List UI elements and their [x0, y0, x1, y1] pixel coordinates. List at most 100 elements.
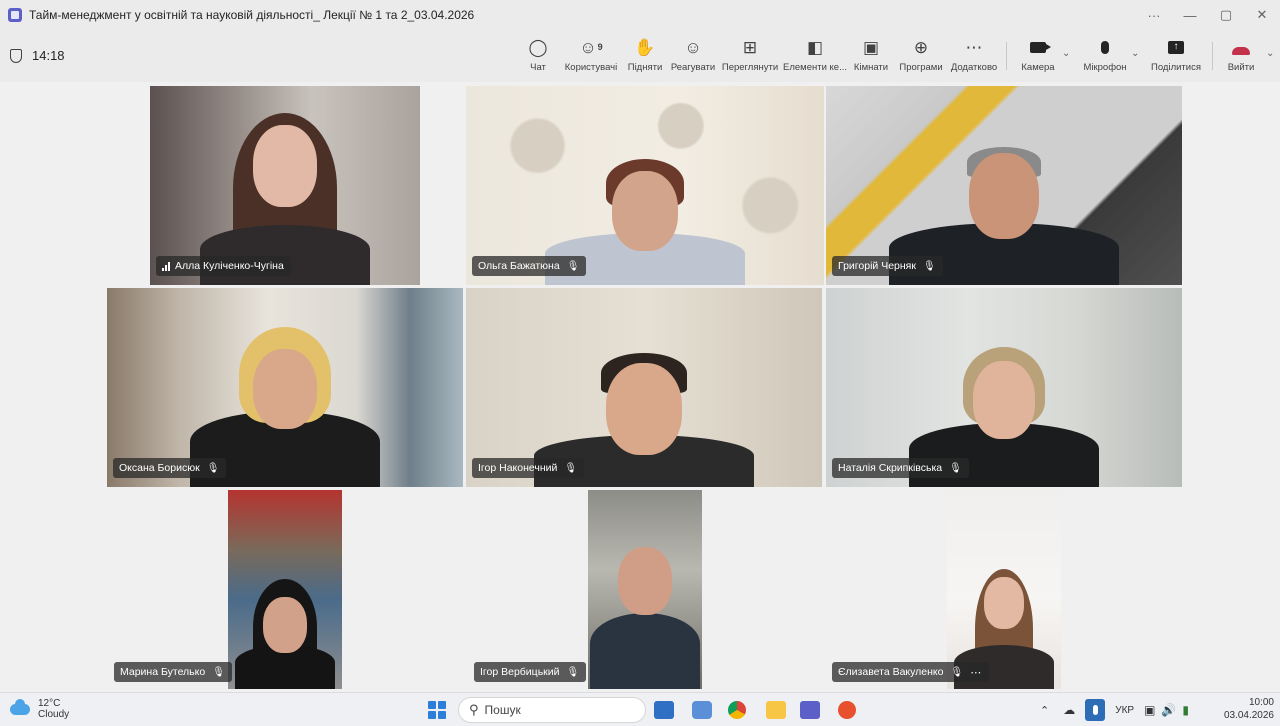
leave-options-chevron-icon[interactable]: ⌄ — [1266, 48, 1274, 59]
video-tile[interactable]: Алла Куліченко-Чугіна — [150, 86, 420, 285]
mic-muted-icon: 🎙 — [212, 666, 225, 678]
content-elements-icon: ◧ — [806, 37, 824, 57]
content-elements-button[interactable]: ◧ Елементи ке... — [783, 36, 847, 80]
video-tile[interactable]: Наталія Скрипківська 🎙 — [826, 288, 1182, 487]
participant-name-tag: Єлизавета Вакуленко 🎙 ⋯ — [832, 662, 990, 682]
video-tile[interactable] — [588, 490, 702, 689]
grid-view-icon: ⊞ — [742, 37, 758, 57]
window-more-button[interactable]: ··· — [1136, 0, 1172, 30]
microphone-label: Мікрофон — [1083, 62, 1127, 73]
app-icon[interactable] — [838, 701, 856, 719]
participant-video — [590, 519, 700, 689]
rooms-label: Кімнати — [853, 62, 889, 73]
teams-app-icon — [8, 8, 22, 22]
participant-more-options-icon[interactable]: ⋯ — [970, 666, 982, 679]
participant-name: Наталія Скрипківська — [838, 462, 943, 474]
window-title: Тайм-менеджмент у освітній та науковій д… — [29, 8, 475, 22]
battery-icon[interactable]: ▮ — [1182, 703, 1189, 717]
mic-muted-icon: 🎙 — [950, 666, 964, 678]
taskbar-clock[interactable]: 10:00 03.04.2026 — [1224, 696, 1274, 722]
apps-button[interactable]: ⊕ Програми — [897, 36, 945, 80]
video-tile[interactable]: Ольга Бажатюна 🎙 — [466, 86, 824, 285]
mic-muted-icon: 🎙 — [566, 666, 580, 678]
meeting-timer: 14:18 — [10, 48, 65, 63]
participant-name: Алла Куліченко-Чугіна — [175, 260, 284, 272]
show-hidden-icons-icon[interactable]: ⌃ — [1040, 704, 1049, 717]
participant-name-tag: Ігор Вербицький 🎙 — [474, 662, 587, 682]
windows-start-icon[interactable] — [428, 701, 446, 719]
video-tile[interactable]: Ігор Наконечний 🎙 — [466, 288, 822, 487]
video-tile[interactable]: Григорій Черняк 🎙 — [826, 86, 1182, 285]
microphone-in-use-icon[interactable] — [1085, 699, 1106, 721]
volume-icon[interactable]: 🔊 — [1161, 703, 1176, 717]
more-button[interactable]: ⋯ Додатково — [950, 36, 998, 80]
participant-name-tag: Алла Куліченко-Чугіна — [156, 256, 291, 276]
minimize-button[interactable]: — — [1172, 0, 1208, 30]
mic-muted-icon: 🎙 — [566, 260, 580, 272]
participant-name-tag: Оксана Борисюк 🎙 — [113, 458, 227, 478]
word-app-icon[interactable] — [654, 701, 674, 719]
mic-muted-icon: 🎙 — [922, 260, 936, 272]
more-label: Додатково — [950, 62, 998, 73]
people-button[interactable]: ☺ 9 Користувачі — [562, 36, 620, 80]
video-tile[interactable] — [947, 490, 1061, 689]
window-controls: ··· — ▢ ✕ — [1136, 0, 1280, 30]
participant-name-tag: Григорій Черняк 🎙 — [832, 256, 943, 276]
chrome-icon[interactable] — [728, 701, 746, 719]
add-app-icon: ⊕ — [913, 37, 929, 57]
mic-muted-icon: 🎙 — [949, 462, 962, 474]
clock-date: 03.04.2026 — [1223, 710, 1274, 721]
leave-button[interactable]: Вийти — [1224, 36, 1258, 80]
search-icon: ⚲ — [469, 702, 479, 717]
camera-icon — [1030, 36, 1051, 58]
shield-icon — [10, 48, 22, 63]
windows-taskbar: 12°C Cloudy ⚲ Пошук ⌃ ☁ УКР ▣ 🔊 ▮ 10:00 … — [0, 692, 1280, 726]
network-icon[interactable]: ▣ — [1144, 703, 1155, 717]
camera-options-chevron-icon[interactable]: ⌄ — [1062, 48, 1070, 59]
view-button[interactable]: ⊞ Переглянути — [721, 36, 779, 80]
react-label: Реагувати — [670, 62, 716, 73]
video-tile[interactable] — [228, 490, 342, 689]
participant-name-tag: Наталія Скрипківська 🎙 — [832, 458, 969, 478]
microphone-options-chevron-icon[interactable]: ⌄ — [1131, 48, 1139, 59]
smiley-icon: ☺ — [684, 37, 702, 57]
raise-hand-button[interactable]: ✋ Підняти — [626, 36, 664, 80]
participant-name: Ігор Вербицький — [480, 666, 560, 678]
system-tray: ⌃ ☁ УКР ▣ 🔊 ▮ — [1040, 693, 1189, 726]
participant-video — [235, 579, 335, 689]
weather-widget[interactable]: 12°C Cloudy — [10, 698, 69, 720]
chat-button[interactable]: ◯ Чат — [526, 36, 550, 80]
people-label: Користувачі — [564, 62, 618, 73]
share-button[interactable]: ↑ Поділитися — [1148, 36, 1204, 80]
people-icon: ☺ 9 — [579, 37, 603, 57]
cloud-icon — [10, 698, 30, 715]
participant-name-tag: Ігор Наконечний 🎙 — [472, 458, 585, 478]
raise-hand-label: Підняти — [627, 62, 663, 73]
taskbar-search-box[interactable]: ⚲ Пошук — [458, 697, 646, 723]
file-explorer-icon[interactable] — [766, 701, 786, 719]
teams-taskbar-icon[interactable] — [800, 701, 820, 719]
close-button[interactable]: ✕ — [1244, 0, 1280, 30]
react-button[interactable]: ☺ Реагувати — [670, 36, 716, 80]
rooms-button[interactable]: ▣ Кімнати — [851, 36, 891, 80]
clock-time: 10:00 — [1248, 697, 1274, 708]
people-count-badge: 9 — [597, 41, 603, 52]
camera-button[interactable]: Камера — [1018, 36, 1058, 80]
microphone-icon — [1101, 36, 1109, 58]
toolbar-divider-leave — [1212, 42, 1213, 70]
input-language[interactable]: УКР — [1115, 705, 1134, 716]
signal-strength-icon — [162, 261, 170, 271]
participant-name: Оксана Борисюк — [119, 462, 200, 474]
mic-muted-icon: 🎙 — [206, 462, 220, 474]
participant-name: Єлизавета Вакуленко — [838, 666, 944, 678]
content-elements-label: Елементи ке... — [783, 62, 847, 73]
cloud-sync-icon[interactable]: ☁ — [1063, 703, 1075, 717]
app-icon[interactable] — [692, 701, 712, 719]
hand-icon: ✋ — [634, 37, 656, 57]
video-tile[interactable]: Оксана Борисюк 🎙 — [107, 288, 463, 487]
share-label: Поділитися — [1151, 62, 1201, 73]
microphone-button[interactable]: Мікрофон — [1080, 36, 1130, 80]
maximize-button[interactable]: ▢ — [1208, 0, 1244, 30]
chat-icon: ◯ — [528, 37, 548, 57]
view-label: Переглянути — [721, 62, 779, 73]
